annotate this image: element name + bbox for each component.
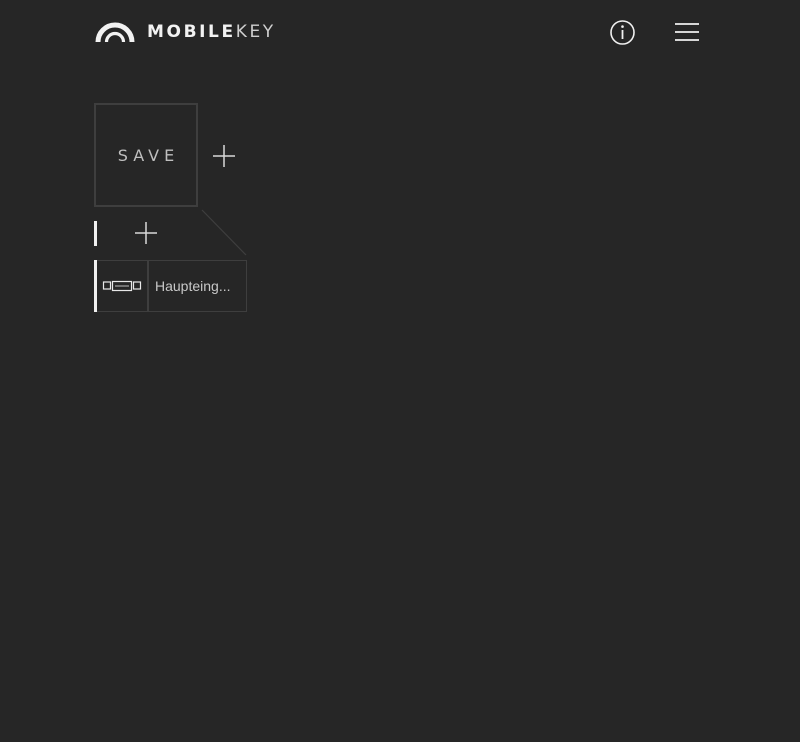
group-marker (94, 221, 97, 246)
save-tile-button[interactable]: SAVE (94, 103, 198, 207)
tile-connector-line (201, 209, 247, 256)
mobilekey-logo: MOBILEKEY (95, 20, 276, 44)
logo-text-key: KEY (235, 22, 276, 42)
door-lock-device-icon (102, 280, 142, 292)
device-list-item[interactable]: Haupteing... (94, 260, 247, 312)
device-name-cell[interactable]: Haupteing... (148, 260, 247, 312)
app-page: MOBILEKEY SAVE Haupteing... (0, 0, 800, 742)
device-icon-cell[interactable] (97, 260, 148, 312)
info-icon[interactable] (609, 19, 636, 46)
logo-text-mobile: MOBILE (147, 22, 236, 42)
logo-text: MOBILEKEY (147, 22, 276, 42)
save-tile-label: SAVE (117, 145, 180, 165)
add-device-plus-icon[interactable] (134, 221, 158, 245)
device-name: Haupteing... (155, 278, 231, 294)
arch-logo-icon (95, 22, 135, 43)
hamburger-menu-icon[interactable] (673, 20, 701, 44)
add-tile-plus-icon[interactable] (212, 144, 236, 168)
